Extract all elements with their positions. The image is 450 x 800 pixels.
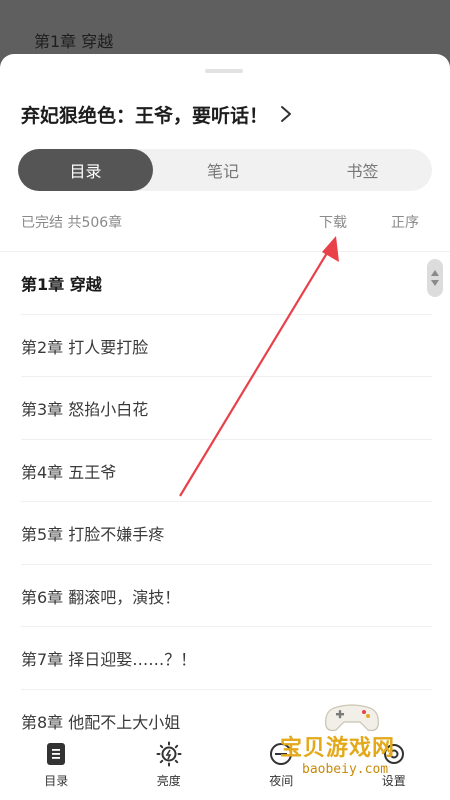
download-button[interactable]: 下载 — [319, 212, 347, 232]
chapter-list: 第1章 穿越 第2章 打人要打脸 第3章 怒掐小白花 第4章 五王爷 第5章 打… — [0, 252, 450, 752]
nav-brightness[interactable]: 亮度 — [113, 730, 226, 800]
book-status: 已完结 共506章 — [21, 215, 123, 231]
watermark-domain: baobeiy.com — [302, 762, 389, 777]
book-title-row[interactable]: 弃妃狠绝色：王爷，要听话！ — [21, 100, 292, 128]
chevron-right-icon — [280, 105, 292, 123]
chapter-item[interactable]: 第5章 打脸不嫌手疼 — [0, 502, 450, 565]
scroll-up-icon — [431, 270, 439, 276]
tab-bookmarks[interactable]: 书签 — [293, 149, 432, 191]
nav-catalog[interactable]: 目录 — [0, 730, 113, 800]
book-title: 弃妃狠绝色：王爷，要听话！ — [21, 104, 269, 127]
chapter-item[interactable]: 第6章 翻滚吧，演技！ — [0, 565, 450, 628]
sort-order-button[interactable]: 正序 — [391, 212, 419, 232]
chapter-item[interactable]: 第1章 穿越 — [0, 252, 450, 315]
brightness-icon — [156, 740, 182, 768]
gamepad-icon — [325, 704, 379, 732]
scroll-down-icon — [431, 280, 439, 286]
catalog-icon — [46, 740, 66, 768]
fast-scroll-thumb[interactable] — [427, 259, 443, 297]
tab-catalog[interactable]: 目录 — [18, 149, 153, 191]
chapter-item[interactable]: 第3章 怒掐小白花 — [0, 377, 450, 440]
watermark: 宝贝游戏网 baobeiy.com — [272, 700, 442, 790]
nav-label: 亮度 — [156, 774, 181, 788]
watermark-text: 宝贝游戏网 — [280, 736, 396, 761]
catalog-tabs: 目录 笔记 书签 — [18, 149, 432, 191]
nav-label: 目录 — [44, 774, 69, 788]
chapter-item[interactable]: 第2章 打人要打脸 — [0, 315, 450, 378]
sheet-drag-handle[interactable] — [205, 69, 243, 73]
catalog-sheet: 弃妃狠绝色：王爷，要听话！ 目录 笔记 书签 已完结 共506章 下载 正序 第… — [0, 54, 450, 800]
catalog-meta-row: 已完结 共506章 下载 正序 — [21, 212, 421, 232]
reader-chapter-title: 第1章 穿越 — [34, 32, 114, 51]
chapter-item[interactable]: 第7章 择日迎娶……？！ — [0, 627, 450, 690]
tab-notes[interactable]: 笔记 — [153, 149, 293, 191]
chapter-item[interactable]: 第4章 五王爷 — [0, 440, 450, 503]
